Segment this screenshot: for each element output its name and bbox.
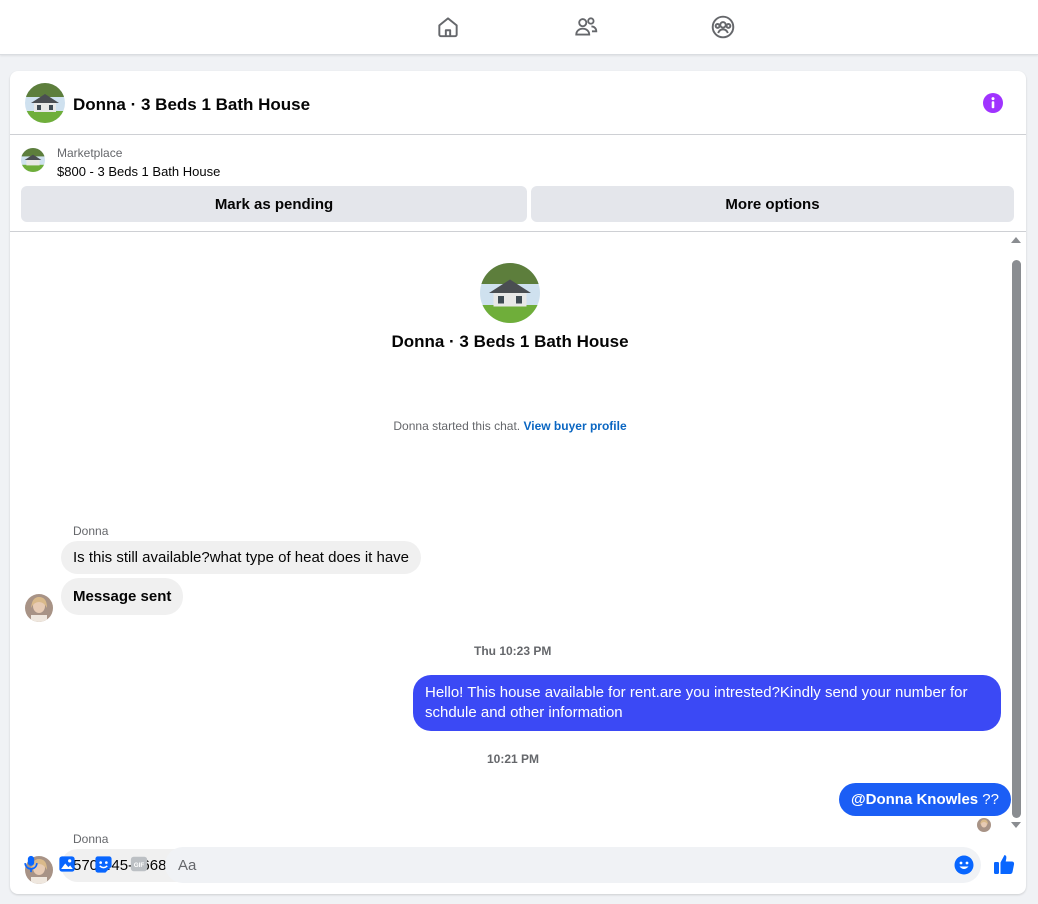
chat-title[interactable]: Donna · 3 Beds 1 Bath House	[73, 95, 310, 115]
conversation-avatar	[480, 263, 540, 323]
info-icon[interactable]	[983, 93, 1003, 113]
outgoing-mention-message[interactable]: @Donna Knowles ??	[839, 783, 1011, 816]
chat-started-notice: Donna started this chat. View buyer prof…	[10, 419, 1010, 433]
conversation-title: Donna · 3 Beds 1 Bath House	[391, 332, 629, 351]
mention-suffix: ??	[978, 791, 999, 808]
gif-icon[interactable]: GIF	[129, 854, 149, 874]
home-icon[interactable]	[434, 13, 462, 41]
listing-title[interactable]: $800 - 3 Beds 1 Bath House	[57, 164, 220, 179]
seen-indicator-avatar	[977, 818, 991, 832]
message-timestamp: 10:21 PM	[487, 752, 540, 766]
message-timestamp: Thu 10:23 PM	[474, 644, 552, 658]
groups-icon[interactable]	[709, 13, 737, 41]
listing-thumbnail[interactable]	[21, 148, 45, 172]
svg-text:GIF: GIF	[134, 862, 145, 869]
sticker-icon[interactable]	[93, 854, 113, 874]
more-options-button[interactable]: More options	[531, 186, 1014, 222]
outgoing-message[interactable]: Hello! This house available for rent.are…	[413, 675, 1001, 731]
message-input[interactable]	[165, 847, 981, 883]
top-navigation	[0, 0, 1038, 55]
sender-name: Donna	[73, 524, 109, 538]
listing-avatar[interactable]	[25, 83, 65, 123]
donna-avatar[interactable]	[25, 594, 53, 622]
mark-as-pending-button[interactable]: Mark as pending	[21, 186, 527, 222]
incoming-message[interactable]: Is this still available?what type of hea…	[61, 541, 422, 574]
people-icon[interactable]	[572, 13, 600, 41]
like-icon[interactable]	[993, 853, 1015, 875]
chat-started-text: Donna started this chat.	[393, 419, 521, 433]
chat-header: Donna · 3 Beds 1 Bath House	[10, 71, 1026, 135]
message-thread[interactable]: Donna · 3 Beds 1 Bath House Donna starte…	[10, 233, 1026, 884]
photo-icon[interactable]	[57, 854, 77, 874]
emoji-icon[interactable]	[954, 855, 974, 875]
scrollbar-thumb[interactable]	[1012, 260, 1021, 818]
message-composer: GIF	[10, 833, 1026, 894]
scroll-up-arrow[interactable]	[1011, 237, 1021, 243]
scroll-down-arrow[interactable]	[1011, 822, 1021, 828]
chat-panel: Donna · 3 Beds 1 Bath House Marketplace …	[10, 71, 1026, 894]
mention-link[interactable]: @Donna Knowles	[851, 791, 978, 808]
microphone-icon[interactable]	[21, 854, 41, 874]
incoming-message-sent[interactable]: Message sent	[61, 578, 184, 615]
view-buyer-profile-link[interactable]: View buyer profile	[523, 419, 626, 433]
listing-category: Marketplace	[57, 146, 123, 160]
listing-bar: Marketplace $800 - 3 Beds 1 Bath House M…	[10, 136, 1026, 232]
